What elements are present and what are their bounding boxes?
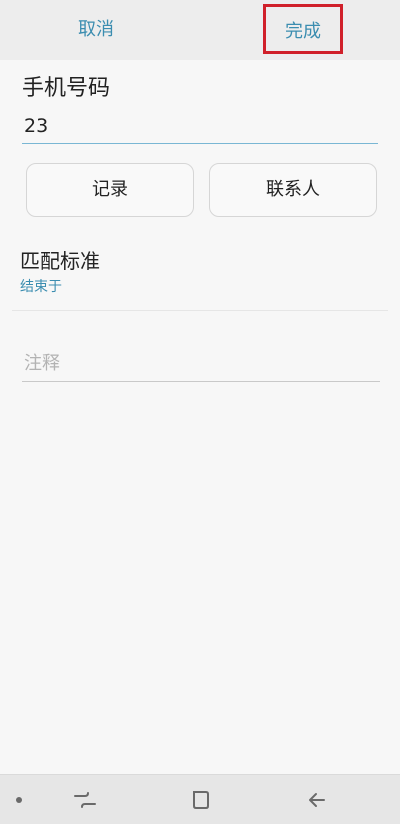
note-input[interactable]: 注释 — [22, 346, 380, 382]
records-button[interactable]: 记录 — [26, 163, 194, 217]
match-criteria-value[interactable]: 结束于 — [20, 276, 62, 296]
contacts-button[interactable]: 联系人 — [209, 163, 377, 217]
system-navigation-bar — [0, 774, 400, 824]
recent-apps-icon[interactable] — [72, 787, 98, 813]
phone-number-label: 手机号码 — [22, 76, 111, 101]
back-icon[interactable] — [304, 787, 330, 813]
divider — [12, 310, 388, 311]
done-button[interactable]: 完成 — [263, 4, 343, 54]
phone-number-input[interactable]: 23 — [22, 108, 378, 144]
match-criteria-title: 匹配标准 — [20, 249, 100, 273]
cancel-button[interactable]: 取消 — [60, 12, 132, 48]
home-icon[interactable] — [188, 787, 214, 813]
dot-icon — [16, 797, 22, 803]
top-bar: 取消 完成 — [0, 0, 400, 60]
